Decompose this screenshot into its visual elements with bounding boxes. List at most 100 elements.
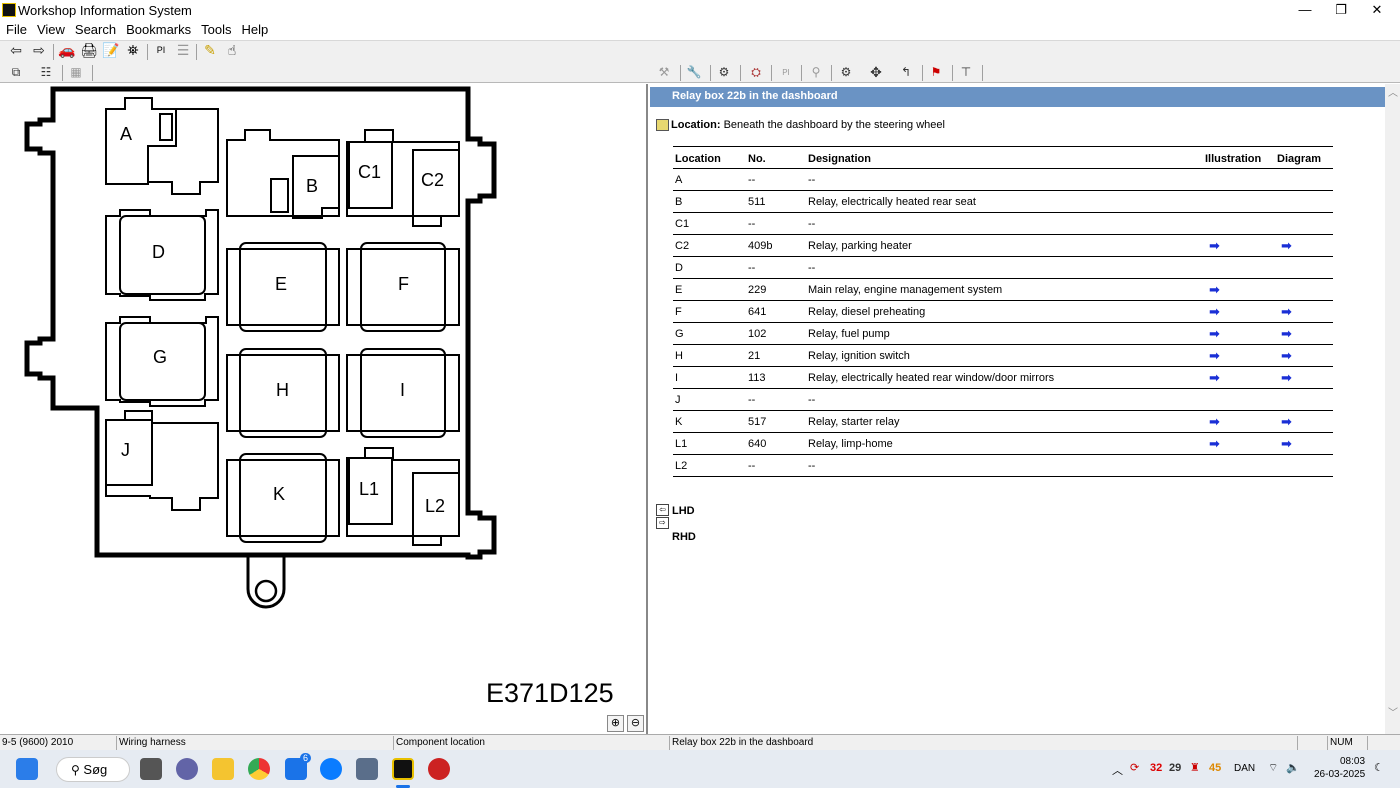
warning-icon[interactable]: ⛭	[746, 64, 766, 81]
table-row: C1 -- --	[673, 212, 1333, 235]
tools-icon[interactable]: ⚒	[654, 64, 674, 81]
task-view-icon[interactable]	[140, 758, 162, 780]
car-icon[interactable]: 🚗	[57, 41, 77, 59]
diagram-arrow-icon[interactable]: ➡	[1275, 410, 1333, 433]
table-header-row: Location No. Designation Illustration Di…	[673, 146, 1333, 169]
image-icon[interactable]: ▦	[66, 64, 86, 81]
cell-location: E	[673, 278, 746, 301]
clock-date[interactable]: 26-03-2025	[1314, 769, 1365, 780]
pi-icon[interactable]: PI	[151, 41, 171, 59]
mail-icon[interactable]: 6	[285, 753, 311, 780]
windows-start-icon[interactable]	[16, 758, 38, 780]
tray-chevron-icon[interactable]: ︿	[1112, 762, 1123, 778]
table-row: C2 409b Relay, parking heater ➡ ➡	[673, 234, 1333, 257]
table-row: J -- --	[673, 388, 1333, 411]
forward-arrow-icon[interactable]: ⇨	[29, 41, 49, 59]
move-icon[interactable]: ✥	[866, 64, 886, 81]
lift-icon[interactable]: ⊤	[956, 64, 976, 81]
wifi-icon[interactable]: ⌔	[1268, 761, 1278, 775]
printer-icon[interactable]: 🖨	[79, 41, 99, 59]
back-arrow-icon[interactable]: ⇦	[6, 41, 26, 59]
location-line: Location: Beneath the dashboard by the s…	[656, 119, 945, 132]
manual-icon[interactable]: ↰	[896, 64, 916, 81]
table-row: L2 -- --	[673, 454, 1333, 477]
calculator-icon[interactable]	[356, 758, 378, 780]
menu-bookmarks[interactable]: Bookmarks	[120, 21, 195, 37]
column-header: Diagram	[1275, 146, 1333, 169]
notepad-icon[interactable]: 📝	[101, 41, 121, 59]
cell-number: 229	[746, 278, 806, 301]
file-explorer-icon[interactable]	[212, 758, 234, 780]
toolbar-divider	[831, 65, 832, 81]
mail-badge: 6	[299, 753, 311, 763]
menu-help[interactable]: Help	[236, 21, 273, 37]
illustration-arrow-icon[interactable]: ➡	[1203, 410, 1275, 433]
language-indicator[interactable]: DAN	[1234, 763, 1255, 774]
chrome-icon[interactable]	[248, 758, 270, 780]
diagram-arrow-icon[interactable]: ➡	[1275, 300, 1333, 323]
column-header: No.	[746, 146, 806, 169]
illustration-arrow-icon[interactable]: ➡	[1203, 234, 1275, 257]
scroll-down-icon[interactable]: ﹀	[1388, 704, 1398, 719]
spanner-icon[interactable]: ⚲	[806, 64, 826, 81]
diagram-arrow-icon	[1275, 454, 1333, 477]
pencil-icon[interactable]: ✎	[200, 41, 220, 59]
taskbar-search[interactable]: ⚲ Søg	[56, 757, 130, 782]
illustration-arrow-icon[interactable]: ➡	[1203, 300, 1275, 323]
relay-label: H	[276, 380, 289, 400]
menu-view[interactable]: View	[31, 21, 69, 37]
engine-icon[interactable]: ⚙	[714, 64, 734, 81]
lhd-link[interactable]: LHD	[672, 505, 695, 517]
illustration-arrow-icon[interactable]: ➡	[1203, 366, 1275, 389]
relay-label: J	[121, 440, 130, 460]
location-text: Beneath the dashboard by the steering wh…	[723, 119, 945, 131]
wis-app-icon[interactable]	[392, 758, 414, 780]
toolbar-divider	[771, 65, 772, 81]
zoom-out-icon[interactable]: ⊖	[627, 715, 644, 732]
vertical-scrollbar[interactable]: ︿ ﹀	[1385, 84, 1400, 734]
lhd-icon[interactable]: ⇦	[656, 504, 669, 516]
wrench-icon[interactable]: 🔧	[684, 64, 704, 81]
toolbar-divider	[710, 65, 711, 81]
menu-file[interactable]: File	[0, 21, 31, 37]
tray-sync-icon[interactable]: ⟳	[1130, 761, 1139, 774]
diagram-arrow-icon[interactable]: ➡	[1275, 322, 1333, 345]
volume-icon[interactable]: 🔈	[1286, 761, 1300, 774]
illustration-arrow-icon[interactable]: ➡	[1203, 278, 1275, 301]
bookmark-icon[interactable]: ⚑	[926, 64, 946, 81]
table-row: D -- --	[673, 256, 1333, 279]
tree-icon[interactable]: ⧉	[6, 64, 26, 81]
zoom-in-icon[interactable]: ⊕	[607, 715, 624, 732]
notification-icon[interactable]: ☾	[1374, 761, 1384, 774]
illustration-arrow-icon[interactable]: ➡	[1203, 322, 1275, 345]
tray-game-icon[interactable]: ♜	[1190, 761, 1200, 774]
messenger-icon[interactable]	[320, 758, 342, 780]
close-button[interactable]: ✕	[1354, 0, 1400, 21]
location-icon	[656, 119, 669, 132]
scroll-up-icon[interactable]: ︿	[1388, 84, 1398, 99]
rhd-link[interactable]: RHD	[672, 531, 696, 543]
illustration-arrow-icon[interactable]: ➡	[1203, 432, 1275, 455]
saab-app-icon[interactable]	[428, 758, 450, 780]
diagram-arrow-icon[interactable]: ➡	[1275, 432, 1333, 455]
diagram-arrow-icon[interactable]: ➡	[1275, 344, 1333, 367]
status-blank	[1367, 736, 1400, 750]
list-icon[interactable]: ☷	[36, 64, 56, 81]
illustration-arrow-icon	[1203, 256, 1275, 279]
rhd-icon[interactable]: ⇨	[656, 517, 669, 529]
pointer-icon[interactable]: ☝	[222, 41, 242, 59]
pi-doc-icon[interactable]: PI	[776, 64, 796, 81]
bulletin-icon[interactable]: ☰	[173, 41, 193, 59]
diagram-arrow-icon[interactable]: ➡	[1275, 366, 1333, 389]
teams-icon[interactable]	[176, 758, 198, 780]
relay-label: I	[400, 380, 405, 400]
binoculars-icon[interactable]: ⛯	[123, 41, 143, 59]
illustration-arrow-icon	[1203, 168, 1275, 191]
status-section: Wiring harness	[116, 736, 392, 750]
clock-time[interactable]: 08:03	[1340, 756, 1365, 767]
illustration-arrow-icon[interactable]: ➡	[1203, 344, 1275, 367]
menu-search[interactable]: Search	[69, 21, 120, 37]
gear-icon[interactable]: ⚙	[836, 64, 856, 81]
diagram-arrow-icon[interactable]: ➡	[1275, 234, 1333, 257]
menu-tools[interactable]: Tools	[195, 21, 235, 37]
